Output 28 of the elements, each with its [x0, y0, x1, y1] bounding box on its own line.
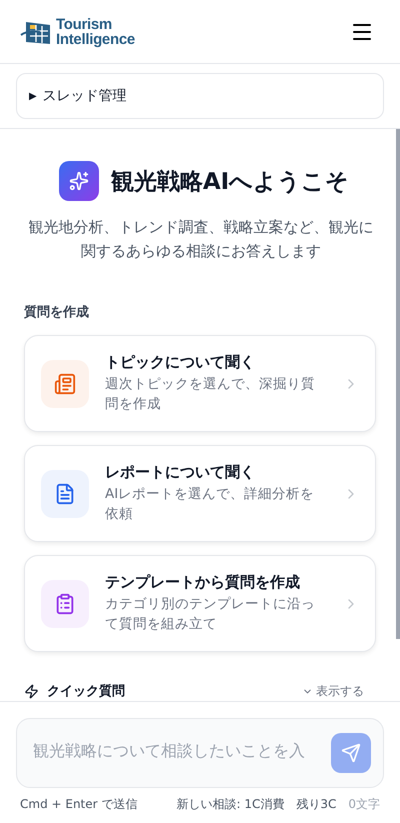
- option-card[interactable]: トピックについて聞く 週次トピックを選んで、深掘り質問を作成: [24, 335, 376, 432]
- shortcut-hint: Cmd + Enter で送信: [20, 796, 138, 813]
- option-card[interactable]: レポートについて聞く AIレポートを選んで、詳細分析を依頼: [24, 445, 376, 542]
- message-input[interactable]: 観光戦略について相談したいことを入: [33, 733, 321, 773]
- thread-management-toggle[interactable]: ▶ スレッド管理: [16, 73, 384, 119]
- message-field[interactable]: 観光戦略について相談したいことを入: [16, 718, 384, 788]
- quick-questions-label: クイック質問: [47, 682, 125, 700]
- option-description: カテゴリ別のテンプレートに沿って質問を組み立て: [105, 595, 316, 634]
- welcome-title: 観光戦略AIへようこそ: [110, 168, 350, 196]
- character-count: 0文字: [348, 796, 380, 813]
- option-card[interactable]: テンプレートから質問を作成 カテゴリ別のテンプレートに沿って質問を組み立て: [24, 555, 376, 652]
- cost-note: 新しい相談: 1C消費: [176, 796, 284, 813]
- option-title: テンプレートから質問を作成: [105, 573, 301, 592]
- sparkles-icon: [58, 161, 99, 201]
- option-title: トピックについて聞く: [105, 353, 256, 372]
- show-toggle[interactable]: 表示する: [302, 682, 364, 700]
- remaining-credits: 残り3C: [296, 796, 336, 813]
- option-title: レポートについて聞く: [105, 463, 256, 482]
- section-label: 質問を作成: [24, 304, 90, 321]
- option-description: AIレポートを選んで、詳細分析を依頼: [105, 485, 316, 524]
- logo-text: Tourism: [56, 16, 113, 32]
- option-description: 週次トピックを選んで、深掘り質問を作成: [105, 375, 316, 414]
- welcome-subtitle: 観光地分析、トレンド調査、戦略立案など、観光に関するあらゆる相談にお答えします: [28, 217, 374, 262]
- logo-text: Intelligence: [56, 32, 135, 46]
- send-icon: [341, 743, 361, 763]
- lightning-icon: [24, 684, 39, 698]
- scrollbar[interactable]: [396, 129, 400, 639]
- send-button[interactable]: [331, 733, 371, 773]
